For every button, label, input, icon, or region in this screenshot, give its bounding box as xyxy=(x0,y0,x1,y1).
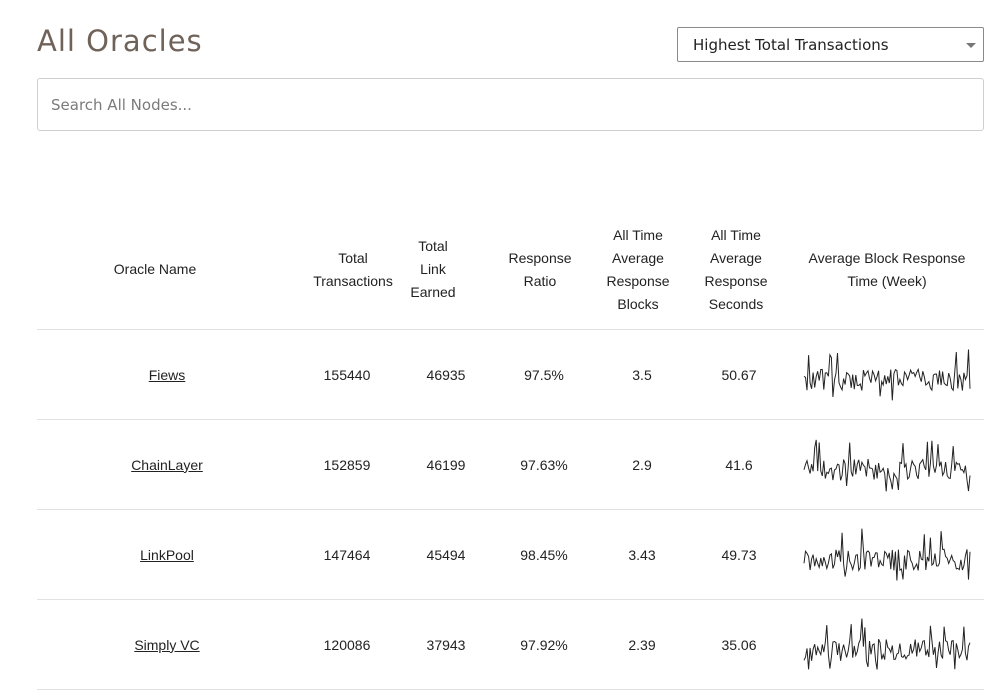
table-row: ChainLayer 152859 46199 97.63% 2.9 41.6 xyxy=(37,420,984,510)
page-title: All Oracles xyxy=(37,24,203,58)
table-row: Fiews 155440 46935 97.5% 3.5 50.67 xyxy=(37,330,984,420)
link-earned-cell: 45494 xyxy=(426,546,466,563)
link-earned-cell: 46935 xyxy=(426,366,466,383)
response-time-sparkline xyxy=(803,349,971,401)
response-ratio-cell: 97.5% xyxy=(524,366,564,383)
avg-blocks-cell: 2.9 xyxy=(632,456,652,473)
response-time-sparkline xyxy=(803,618,971,670)
header-total-transactions: Total Transactions xyxy=(313,249,393,289)
total-transactions-cell: 155440 xyxy=(323,366,371,383)
oracle-name-cell: Fiews xyxy=(97,330,237,419)
oracles-table: Oracle Name Total Transactions Total Link E… xyxy=(37,210,984,690)
table-header: Oracle Name Total Transactions Total Link E… xyxy=(37,210,984,330)
response-ratio-cell: 97.92% xyxy=(520,636,568,653)
search-input[interactable] xyxy=(37,78,984,131)
header-avg-response-seconds: All Time Average Response Seconds xyxy=(704,226,768,312)
total-transactions-cell: 120086 xyxy=(323,636,371,653)
caret-down-icon xyxy=(966,43,976,48)
total-transactions-cell: 152859 xyxy=(323,456,371,473)
oracle-link-linkpool[interactable]: LinkPool xyxy=(140,547,194,563)
sort-select[interactable]: Highest Total Transactions xyxy=(677,27,984,62)
total-transactions-cell: 147464 xyxy=(323,546,371,563)
oracle-link-fiews[interactable]: Fiews xyxy=(149,367,186,383)
header-response-ratio: Response Ratio xyxy=(508,249,572,289)
header-avg-response-blocks: All Time Average Response Blocks xyxy=(606,226,670,312)
avg-blocks-cell: 2.39 xyxy=(628,636,656,653)
oracle-name-cell: Simply VC xyxy=(97,600,237,689)
avg-blocks-cell: 3.43 xyxy=(628,546,656,563)
table-row: LinkPool 147464 45494 98.45% 3.43 49.73 xyxy=(37,510,984,600)
oracle-link-simply-vc[interactable]: Simply VC xyxy=(134,637,199,653)
avg-seconds-cell: 35.06 xyxy=(721,636,757,653)
table-row: Simply VC 120086 37943 97.92% 2.39 35.06 xyxy=(37,600,984,690)
response-time-sparkline xyxy=(803,439,971,492)
avg-seconds-cell: 41.6 xyxy=(725,456,753,473)
header-total-link-earned: Total Link Earned xyxy=(410,238,456,300)
sort-select-value: Highest Total Transactions xyxy=(693,35,889,54)
oracle-name-cell: LinkPool xyxy=(97,510,237,599)
link-earned-cell: 37943 xyxy=(426,636,466,653)
link-earned-cell: 46199 xyxy=(426,456,466,473)
response-time-sparkline xyxy=(803,528,971,581)
avg-blocks-cell: 3.5 xyxy=(632,366,652,383)
response-ratio-cell: 97.63% xyxy=(520,456,568,473)
header-oracle-name: Oracle Name xyxy=(113,261,197,277)
oracle-link-chainlayer[interactable]: ChainLayer xyxy=(131,457,203,473)
avg-seconds-cell: 50.67 xyxy=(721,366,757,383)
avg-seconds-cell: 49.73 xyxy=(721,546,757,563)
header-avg-block-response-week: Average Block Response Time (Week) xyxy=(808,249,966,289)
oracle-name-cell: ChainLayer xyxy=(97,420,237,509)
response-ratio-cell: 98.45% xyxy=(520,546,568,563)
